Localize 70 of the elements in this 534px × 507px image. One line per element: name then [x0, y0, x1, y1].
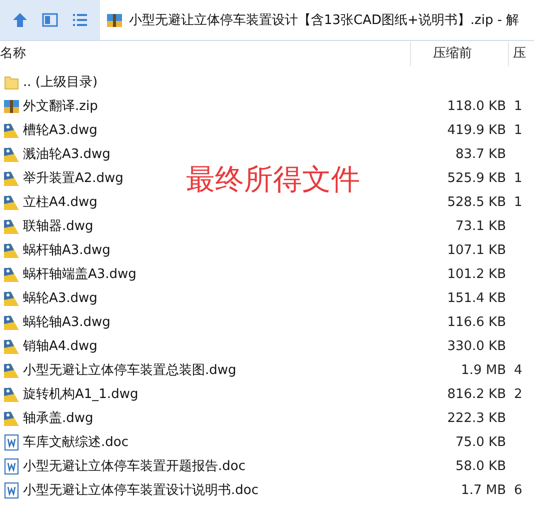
file-name[interactable]: 外文翻译.zip	[23, 97, 98, 115]
address-bar[interactable]: 小型无避让立体停车装置设计【含13张CAD图纸+说明书】.zip - 解	[100, 0, 534, 40]
file-size: 151.4 KB	[446, 290, 506, 306]
drawing-file-icon	[3, 362, 20, 378]
panel-icon[interactable]	[42, 12, 58, 28]
file-name[interactable]: 蜗轮轴A3.dwg	[23, 313, 110, 331]
archive-icon	[106, 12, 123, 28]
drawing-file-icon	[3, 386, 20, 402]
column-header[interactable]: 压	[508, 42, 534, 66]
drawing-file-icon	[3, 338, 20, 354]
drawing-file-icon	[3, 170, 20, 186]
file-size: 107.1 KB	[446, 242, 506, 258]
drawing-file-icon	[3, 314, 20, 330]
drawing-file-icon	[3, 218, 20, 234]
document-icon	[3, 434, 20, 450]
packed-size: 1	[513, 122, 524, 138]
file-size: 816.2 KB	[446, 386, 506, 402]
up-arrow-icon[interactable]	[12, 12, 28, 28]
packed-size: 1	[513, 98, 524, 114]
file-size: 330.0 KB	[446, 338, 506, 354]
file-name[interactable]: 联轴器.dwg	[23, 217, 94, 235]
file-size: 1.7 MB	[460, 482, 506, 498]
file-name[interactable]: 举升装置A2.dwg	[23, 169, 124, 187]
file-name[interactable]: 小型无避让立体停车装置开题报告.doc	[23, 457, 246, 475]
file-size: 118.0 KB	[446, 98, 506, 114]
file-size: 528.5 KB	[446, 194, 506, 210]
file-size: 222.3 KB	[446, 410, 506, 426]
drawing-file-icon	[3, 410, 20, 426]
file-name[interactable]: 槽轮A3.dwg	[23, 121, 98, 139]
file-name[interactable]: 立柱A4.dwg	[23, 193, 98, 211]
drawing-file-icon	[3, 242, 20, 258]
file-size: 525.9 KB	[446, 170, 506, 186]
file-size: 58.0 KB	[454, 458, 506, 474]
file-name[interactable]: .. (上级目录)	[23, 73, 98, 91]
drawing-file-icon	[3, 266, 20, 282]
file-name[interactable]: 小型无避让立体停车装置设计说明书.doc	[23, 481, 258, 499]
file-name[interactable]: 轴承盖.dwg	[23, 409, 94, 427]
folder-icon	[3, 74, 20, 90]
file-size: 73.1 KB	[454, 218, 506, 234]
archive-icon	[3, 98, 20, 114]
file-size: 75.0 KB	[454, 434, 506, 450]
column-header[interactable]: 压缩前	[410, 42, 508, 66]
document-icon	[3, 458, 20, 474]
drawing-file-icon	[3, 146, 20, 162]
packed-size: 2	[513, 386, 524, 402]
packed-size: 1	[513, 170, 524, 186]
file-size: 116.6 KB	[446, 314, 506, 330]
file-name[interactable]: 销轴A4.dwg	[23, 337, 98, 355]
packed-size: 1	[513, 194, 524, 210]
file-name[interactable]: 蜗杆轴端盖A3.dwg	[23, 265, 136, 283]
drawing-file-icon	[3, 122, 20, 138]
file-size: 83.7 KB	[454, 146, 506, 162]
file-size: 419.9 KB	[446, 122, 506, 138]
packed-size: 6	[513, 482, 524, 498]
archive-path: 小型无避让立体停车装置设计【含13张CAD图纸+说明书】.zip - 解	[129, 12, 520, 29]
file-size: 1.9 MB	[460, 362, 506, 378]
file-name[interactable]: 蜗杆轴A3.dwg	[23, 241, 110, 259]
document-icon	[3, 482, 20, 498]
file-name[interactable]: 溅油轮A3.dwg	[23, 145, 110, 163]
drawing-file-icon	[3, 290, 20, 306]
file-size: 101.2 KB	[446, 266, 506, 282]
column-header[interactable]: 名称	[0, 42, 410, 66]
list-view-icon[interactable]	[72, 12, 88, 28]
file-name[interactable]: 小型无避让立体停车装置总装图.dwg	[23, 361, 236, 379]
file-name[interactable]: 旋转机构A1_1.dwg	[23, 385, 138, 403]
drawing-file-icon	[3, 194, 20, 210]
file-name[interactable]: 蜗轮A3.dwg	[23, 289, 98, 307]
packed-size: 4	[513, 362, 524, 378]
overlay-caption: 最终所得文件	[186, 161, 360, 198]
file-name[interactable]: 车库文献综述.doc	[23, 433, 128, 451]
